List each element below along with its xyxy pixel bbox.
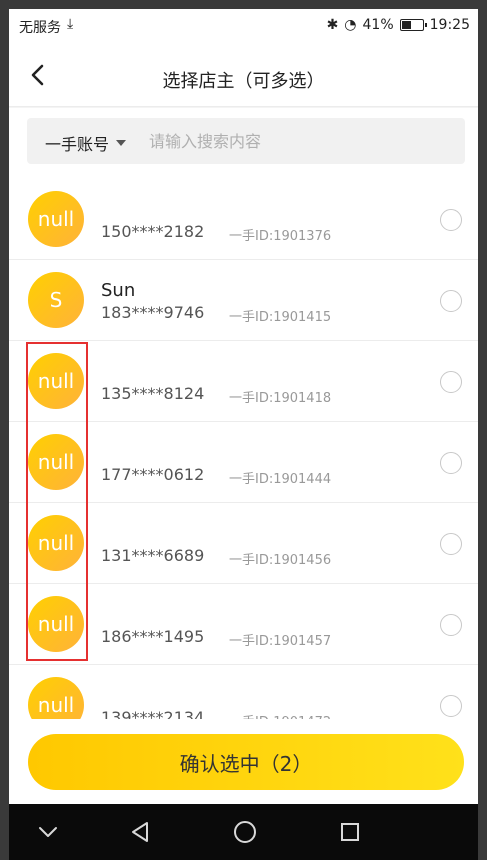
select-radio[interactable] [440, 371, 462, 393]
battery-fill [401, 21, 411, 29]
list-item[interactable]: null 135****8124 一手ID:1901418 [9, 341, 478, 422]
status-right: ✱ ◔ 41% 19:25 [327, 17, 470, 33]
confirm-section: 确认选中（2） [9, 719, 478, 809]
select-radio[interactable] [440, 290, 462, 312]
item-phone: 186****1495 [101, 627, 205, 646]
item-uid: 一手ID:1901457 [229, 634, 332, 649]
select-radio[interactable] [440, 695, 462, 717]
avatar: null [28, 353, 84, 409]
select-radio[interactable] [440, 614, 462, 636]
avatar: null [28, 191, 84, 247]
item-uid: 一手ID:1901444 [229, 472, 332, 487]
list-item[interactable]: null 186****1495 一手ID:1901457 [9, 584, 478, 665]
avatar: null [28, 596, 84, 652]
item-phone: 183****9746 [101, 303, 205, 322]
confirm-button[interactable]: 确认选中（2） [28, 734, 464, 790]
item-uid: 一手ID:1901418 [229, 391, 332, 406]
search-section: 一手账号 [9, 108, 478, 180]
select-radio[interactable] [440, 533, 462, 555]
carrier-label: 无服务 [19, 20, 61, 36]
avatar: null [28, 515, 84, 571]
item-uid: 一手ID:1901472 [229, 711, 331, 719]
app-header: 选择店主（可多选） [9, 43, 478, 107]
list-item[interactable]: null 150****2182 一手ID:1901376 [9, 179, 478, 260]
download-icon: ⤓ [67, 16, 74, 32]
status-bar: 无服务 ⤓ ✱ ◔ 41% 19:25 [9, 9, 478, 43]
item-phone: 139****2134 [101, 708, 205, 719]
avatar: S [28, 272, 84, 328]
item-phone: 131****6689 [101, 546, 205, 565]
list-item[interactable]: null 177****0612 一手ID:1901444 [9, 422, 478, 503]
item-phone: 177****0612 [101, 465, 205, 484]
home-circle-icon[interactable] [231, 818, 259, 846]
search-bar: 一手账号 [27, 118, 465, 164]
recent-apps-icon[interactable] [336, 818, 364, 846]
bluetooth-icon: ✱ [326, 17, 339, 33]
search-input[interactable] [149, 127, 449, 155]
list-item[interactable]: null 131****6689 一手ID:1901456 [9, 503, 478, 584]
app-screen: 无服务 ⤓ ✱ ◔ 41% 19:25 选择店主（可多选） 一手账号 null [9, 9, 478, 860]
item-uid: 一手ID:1901456 [229, 553, 332, 568]
avatar: null [28, 434, 84, 490]
avatar: null [28, 677, 84, 719]
owner-list: null 150****2182 一手ID:1901376 S Sun 183*… [9, 179, 478, 719]
item-name: Sun [101, 280, 136, 301]
battery-percent: 41% [362, 17, 394, 33]
item-uid: 一手ID:1901415 [229, 310, 332, 325]
caret-down-icon [116, 140, 127, 146]
account-type-label: 一手账号 [45, 135, 110, 154]
list-item[interactable]: null 139****2134 一手ID:1901472 [9, 665, 478, 719]
system-nav-bar [9, 804, 478, 860]
item-phone: 150****2182 [101, 222, 205, 241]
select-radio[interactable] [440, 452, 462, 474]
clock: 19:25 [429, 17, 470, 33]
item-phone: 135****8124 [101, 384, 205, 403]
page-title: 选择店主（可多选） [162, 71, 325, 92]
select-radio[interactable] [440, 209, 462, 231]
item-uid: 一手ID:1901376 [229, 229, 332, 244]
battery-icon [399, 19, 427, 31]
wifi-icon: ◔ [344, 17, 357, 33]
account-type-dropdown[interactable]: 一手账号 [45, 131, 127, 155]
chevron-down-icon[interactable] [34, 818, 62, 846]
back-triangle-icon[interactable] [127, 818, 155, 846]
list-item[interactable]: S Sun 183****9746 一手ID:1901415 [9, 260, 478, 341]
